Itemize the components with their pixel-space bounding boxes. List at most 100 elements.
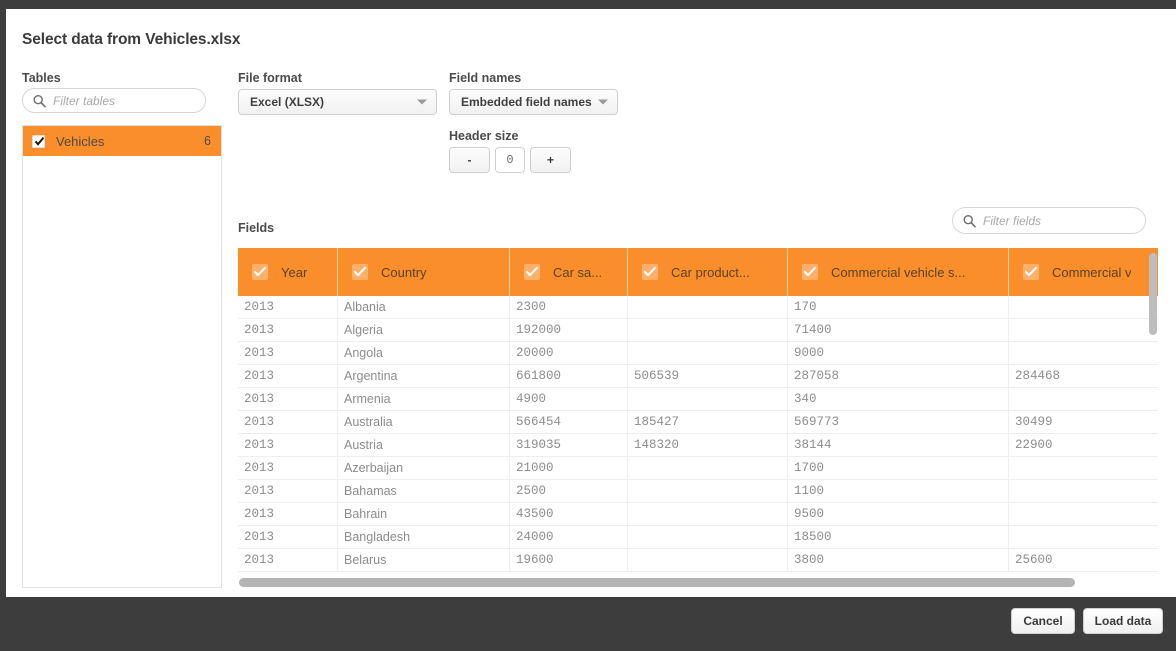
fields-grid-column-header[interactable]: Car sa... (510, 248, 628, 296)
cancel-button[interactable]: Cancel (1011, 608, 1075, 634)
field-checkbox[interactable] (1023, 264, 1039, 280)
chevron-down-icon (598, 99, 608, 105)
table-cell: 1700 (788, 457, 1009, 479)
table-cell: 2013 (238, 434, 338, 456)
fields-grid-column-header[interactable]: Country (338, 248, 510, 296)
table-cell: 2013 (238, 480, 338, 502)
table-cell: 9000 (788, 342, 1009, 364)
table-cell: 2013 (238, 457, 338, 479)
field-column-label: Country (381, 264, 427, 280)
header-size-decrement-button[interactable]: - (449, 147, 490, 173)
file-format-value: Excel (XLSX) (250, 95, 325, 109)
fields-grid-column-header[interactable]: Commercial v (1009, 248, 1158, 296)
table-cell: 20000 (510, 342, 628, 364)
table-cell (628, 503, 788, 525)
table-cell (628, 457, 788, 479)
header-size-label: Header size (449, 129, 519, 143)
table-cell: Austria (338, 434, 510, 456)
table-cell: 170 (788, 296, 1009, 318)
table-cell: 340 (788, 388, 1009, 410)
table-row: 2013 Belarus 19600 3800 25600 (238, 549, 1158, 572)
table-row: 2013 Austria 319035 148320 38144 22900 (238, 434, 1158, 457)
fields-grid-column-header[interactable]: Car product... (628, 248, 788, 296)
table-cell: Albania (338, 296, 510, 318)
table-row: 2013 Bangladesh 24000 18500 (238, 526, 1158, 549)
table-cell (1009, 480, 1158, 502)
grid-vertical-scrollbar-thumb[interactable] (1149, 253, 1157, 335)
filter-fields-input[interactable]: Filter fields (952, 207, 1146, 234)
table-cell: Armenia (338, 388, 510, 410)
field-checkbox[interactable] (642, 264, 658, 280)
table-cell (628, 342, 788, 364)
filter-tables-placeholder: Filter tables (53, 93, 116, 108)
search-icon (963, 214, 976, 227)
table-cell (628, 480, 788, 502)
table-cell: 18500 (788, 526, 1009, 548)
load-data-button[interactable]: Load data (1083, 608, 1163, 634)
table-cell (628, 296, 788, 318)
window-top-chrome (0, 0, 1176, 9)
table-cell: 2013 (238, 503, 338, 525)
table-cell: 287058 (788, 365, 1009, 387)
table-cell: Azerbaijan (338, 457, 510, 479)
select-data-dialog: Select data from Vehicles.xlsx Tables Fi… (0, 0, 1176, 651)
field-names-value: Embedded field names (461, 95, 592, 109)
table-cell: 2500 (510, 480, 628, 502)
fields-label: Fields (238, 221, 275, 235)
grid-horizontal-scrollbar-thumb[interactable] (239, 578, 1075, 587)
table-cell: Bahamas (338, 480, 510, 502)
tables-list: Vehicles 6 (22, 125, 222, 588)
dialog-body: Select data from Vehicles.xlsx Tables Fi… (6, 9, 1176, 597)
filter-tables-input[interactable]: Filter tables (22, 88, 206, 113)
field-names-label: Field names (449, 71, 522, 85)
fields-grid-header: Year Country Car sa... Car product... Commer… (238, 248, 1158, 296)
field-checkbox[interactable] (252, 264, 268, 280)
table-cell: 25600 (1009, 549, 1158, 571)
table-cell: 506539 (628, 365, 788, 387)
table-checkbox[interactable] (32, 134, 45, 148)
table-row: 2013 Angola 20000 9000 (238, 342, 1158, 365)
table-cell: 2013 (238, 388, 338, 410)
table-cell: 43500 (510, 503, 628, 525)
table-cell: 2013 (238, 526, 338, 548)
table-cell: 3800 (788, 549, 1009, 571)
table-cell (628, 526, 788, 548)
chevron-down-icon (417, 99, 427, 105)
table-cell: 38144 (788, 434, 1009, 456)
table-cell (1009, 503, 1158, 525)
table-cell: 2013 (238, 411, 338, 433)
table-cell: Bahrain (338, 503, 510, 525)
table-list-item-vehicles[interactable]: Vehicles 6 (23, 126, 221, 156)
field-checkbox[interactable] (352, 264, 368, 280)
grid-vertical-scrollbar[interactable] (1147, 250, 1158, 586)
fields-grid-column-header[interactable]: Year (238, 248, 338, 296)
table-cell (628, 549, 788, 571)
field-checkbox[interactable] (524, 264, 540, 280)
table-cell: Angola (338, 342, 510, 364)
table-cell: 192000 (510, 319, 628, 341)
table-cell: 566454 (510, 411, 628, 433)
field-column-label: Commercial vehicle s... (831, 264, 966, 280)
table-row: 2013 Albania 2300 170 (238, 296, 1158, 319)
table-row: 2013 Australia 566454 185427 569773 30499 (238, 411, 1158, 434)
table-row: 2013 Bahamas 2500 1100 (238, 480, 1158, 503)
fields-grid-column-header[interactable]: Commercial vehicle s... (788, 248, 1009, 296)
field-checkbox[interactable] (802, 264, 818, 280)
table-item-label: Vehicles (56, 133, 105, 149)
table-cell (1009, 526, 1158, 548)
table-cell: 284468 (1009, 365, 1158, 387)
field-column-label: Commercial v (1052, 264, 1132, 280)
table-cell (1009, 457, 1158, 479)
table-cell (1009, 296, 1158, 318)
field-names-dropdown[interactable]: Embedded field names (449, 89, 618, 115)
filter-fields-placeholder: Filter fields (983, 213, 1042, 228)
table-cell (1009, 319, 1158, 341)
fields-grid: Year Country Car sa... Car product... Commer… (238, 248, 1158, 588)
file-format-dropdown[interactable]: Excel (XLSX) (238, 89, 437, 115)
table-cell (1009, 342, 1158, 364)
table-cell: 24000 (510, 526, 628, 548)
header-size-value[interactable]: 0 (495, 147, 525, 173)
header-size-increment-button[interactable]: + (530, 147, 571, 173)
table-item-count: 6 (204, 134, 211, 148)
file-format-label: File format (238, 71, 302, 85)
